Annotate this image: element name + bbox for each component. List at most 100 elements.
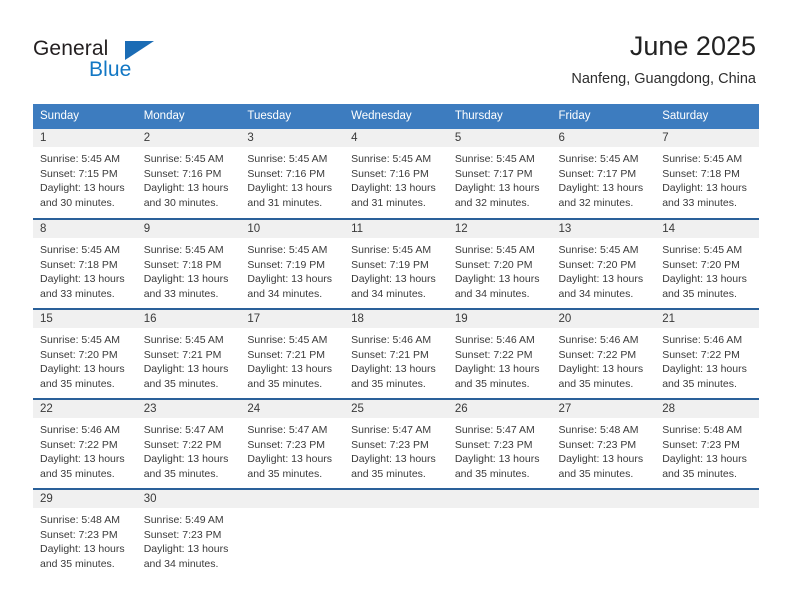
calendar-day-cell[interactable]: 30 Sunrise: 5:49 AM Sunset: 7:23 PM Dayligh… [136,488,241,579]
calendar-week-row: 8 Sunrise: 5:45 AM Sunset: 7:18 PM Daylight… [33,218,759,309]
day-number: 18 [344,310,448,328]
sunrise-text: Sunrise: 5:45 AM [143,334,224,346]
calendar-day-cell[interactable]: 26 Sunrise: 5:47 AM Sunset: 7:23 PM Dayligh… [447,398,552,489]
calendar-day-cell[interactable]: 21 Sunrise: 5:46 AM Sunset: 7:22 PM Dayligh… [655,308,759,399]
sunrise-text: Sunrise: 5:48 AM [40,514,120,526]
day-number: 3 [240,129,345,147]
calendar-day-cell[interactable]: 15 Sunrise: 5:45 AM Sunset: 7:20 PM Dayligh… [33,308,137,399]
calendar-day-cell-empty [344,488,448,579]
calendar-day-cell[interactable]: 28 Sunrise: 5:48 AM Sunset: 7:23 PM Dayligh… [655,398,759,489]
calendar-day-cell[interactable]: 27 Sunrise: 5:48 AM Sunset: 7:23 PM Dayligh… [551,398,656,489]
daylight-text-line1: Daylight: 13 hours [662,273,747,286]
day-details: Sunrise: 5:45 AM Sunset: 7:20 PM Daylight:… [655,238,759,301]
calendar-day-cell[interactable]: 14 Sunrise: 5:45 AM Sunset: 7:20 PM Dayligh… [655,218,759,309]
day-details: Sunrise: 5:45 AM Sunset: 7:19 PM Daylight:… [240,238,344,301]
day-number: 11 [344,220,448,238]
sunrise-text: Sunrise: 5:46 AM [662,334,743,346]
sunset-text: Sunset: 7:22 PM [40,438,118,451]
calendar-day-cell[interactable]: 10 Sunrise: 5:45 AM Sunset: 7:19 PM Dayligh… [240,218,345,309]
day-details: Sunrise: 5:48 AM Sunset: 7:23 PM Daylight:… [552,418,656,481]
day-number: 5 [447,129,552,147]
daylight-text-line1: Daylight: 13 hours [143,543,229,556]
calendar-week-row: 29 Sunrise: 5:48 AM Sunset: 7:23 PM Dayligh… [33,488,759,579]
day-details: Sunrise: 5:47 AM Sunset: 7:23 PM Daylight:… [240,418,344,481]
sunset-text: Sunset: 7:18 PM [143,258,222,271]
day-details: Sunrise: 5:45 AM Sunset: 7:17 PM Daylight:… [448,147,552,210]
weekday-header-wednesday: Wednesday [344,104,448,129]
day-details: Sunrise: 5:45 AM Sunset: 7:20 PM Daylight:… [33,328,137,391]
calendar-day-cell[interactable]: 11 Sunrise: 5:45 AM Sunset: 7:19 PM Dayligh… [344,218,448,309]
sunrise-text: Sunrise: 5:49 AM [143,514,224,526]
calendar-day-cell[interactable]: 3 Sunrise: 5:45 AM Sunset: 7:16 PM Daylight… [240,129,345,219]
calendar-day-cell[interactable]: 18 Sunrise: 5:46 AM Sunset: 7:21 PM Dayligh… [344,308,448,399]
day-details: Sunrise: 5:45 AM Sunset: 7:18 PM Daylight:… [33,238,137,301]
calendar-day-cell[interactable]: 2 Sunrise: 5:45 AM Sunset: 7:16 PM Daylight… [136,129,241,219]
day-details: Sunrise: 5:46 AM Sunset: 7:22 PM Daylight:… [552,328,656,391]
calendar-day-cell[interactable]: 20 Sunrise: 5:46 AM Sunset: 7:22 PM Dayligh… [551,308,656,399]
brand-logo[interactable]: General Blue [33,36,193,88]
daylight-text-line2: and 30 minutes. [143,196,219,209]
day-details: Sunrise: 5:45 AM Sunset: 7:16 PM Daylight:… [344,147,448,210]
sunset-text: Sunset: 7:17 PM [558,167,637,180]
calendar-day-cell-empty [551,488,656,579]
sunrise-text: Sunrise: 5:45 AM [558,153,639,165]
sunrise-text: Sunrise: 5:45 AM [143,244,224,256]
daylight-text-line2: and 35 minutes. [247,377,323,390]
day-details: Sunrise: 5:46 AM Sunset: 7:22 PM Daylight:… [33,418,137,481]
calendar-day-cell[interactable]: 5 Sunrise: 5:45 AM Sunset: 7:17 PM Daylight… [447,129,552,219]
calendar-day-cell[interactable]: 12 Sunrise: 5:45 AM Sunset: 7:20 PM Dayligh… [447,218,552,309]
daylight-text-line1: Daylight: 13 hours [40,453,125,466]
day-number [344,490,448,508]
calendar-day-cell[interactable]: 9 Sunrise: 5:45 AM Sunset: 7:18 PM Daylight… [136,218,241,309]
calendar-day-cell[interactable]: 24 Sunrise: 5:47 AM Sunset: 7:23 PM Dayligh… [240,398,345,489]
day-number: 8 [33,220,137,238]
day-number: 14 [655,220,759,238]
day-details: Sunrise: 5:47 AM Sunset: 7:23 PM Daylight:… [448,418,552,481]
day-details: Sunrise: 5:45 AM Sunset: 7:16 PM Daylight:… [240,147,344,210]
daylight-text-line2: and 35 minutes. [351,377,426,390]
day-details: Sunrise: 5:45 AM Sunset: 7:20 PM Daylight:… [552,238,656,301]
calendar-day-cell[interactable]: 4 Sunrise: 5:45 AM Sunset: 7:16 PM Daylight… [344,129,448,219]
daylight-text-line1: Daylight: 13 hours [558,363,644,376]
calendar-day-cell[interactable]: 23 Sunrise: 5:47 AM Sunset: 7:22 PM Dayligh… [136,398,241,489]
calendar-day-cell[interactable]: 29 Sunrise: 5:48 AM Sunset: 7:23 PM Dayligh… [33,488,137,579]
title-block: June 2025 Nanfeng, Guangdong, China [571,30,756,89]
calendar-day-cell[interactable]: 8 Sunrise: 5:45 AM Sunset: 7:18 PM Daylight… [33,218,137,309]
brand-name-blue: Blue [89,58,132,81]
day-details [552,508,656,513]
calendar-day-cell[interactable]: 13 Sunrise: 5:45 AM Sunset: 7:20 PM Dayligh… [551,218,656,309]
calendar-day-cell[interactable]: 22 Sunrise: 5:46 AM Sunset: 7:22 PM Dayligh… [33,398,137,489]
calendar-day-cell[interactable]: 16 Sunrise: 5:45 AM Sunset: 7:21 PM Dayligh… [136,308,241,399]
weekday-header-tuesday: Tuesday [240,104,345,129]
sunset-text: Sunset: 7:16 PM [247,167,326,180]
daylight-text-line2: and 34 minutes. [351,287,426,300]
page-title: June 2025 [629,31,756,61]
daylight-text-line1: Daylight: 13 hours [247,363,333,376]
day-number: 26 [447,400,552,418]
sunrise-text: Sunrise: 5:48 AM [558,424,639,436]
calendar-day-cell[interactable]: 6 Sunrise: 5:45 AM Sunset: 7:17 PM Daylight… [551,129,656,219]
daylight-text-line1: Daylight: 13 hours [40,182,125,195]
daylight-text-line2: and 35 minutes. [454,467,530,480]
sunset-text: Sunset: 7:23 PM [247,438,326,451]
calendar-day-cell[interactable]: 1 Sunrise: 5:45 AM Sunset: 7:15 PM Daylight… [33,129,137,219]
calendar-day-cell[interactable]: 17 Sunrise: 5:45 AM Sunset: 7:21 PM Dayligh… [240,308,345,399]
calendar-day-cell[interactable]: 7 Sunrise: 5:45 AM Sunset: 7:18 PM Daylight… [655,129,759,219]
daylight-text-line1: Daylight: 13 hours [143,453,229,466]
sunset-text: Sunset: 7:21 PM [351,348,429,361]
day-number: 30 [136,490,241,508]
sunset-text: Sunset: 7:21 PM [247,348,326,361]
day-number: 24 [240,400,345,418]
daylight-text-line1: Daylight: 13 hours [454,182,540,195]
calendar-day-cell[interactable]: 25 Sunrise: 5:47 AM Sunset: 7:23 PM Dayligh… [344,398,448,489]
daylight-text-line1: Daylight: 13 hours [454,453,540,466]
sunset-text: Sunset: 7:16 PM [143,167,222,180]
day-number: 7 [655,129,759,147]
calendar-day-cell[interactable]: 19 Sunrise: 5:46 AM Sunset: 7:22 PM Dayligh… [447,308,552,399]
sunrise-text: Sunrise: 5:45 AM [662,153,743,165]
daylight-text-line2: and 35 minutes. [40,377,115,390]
day-details: Sunrise: 5:46 AM Sunset: 7:22 PM Daylight:… [448,328,552,391]
calendar-day-cell-empty [655,488,759,579]
daylight-text-line1: Daylight: 13 hours [351,182,436,195]
daylight-text-line2: and 35 minutes. [558,377,634,390]
